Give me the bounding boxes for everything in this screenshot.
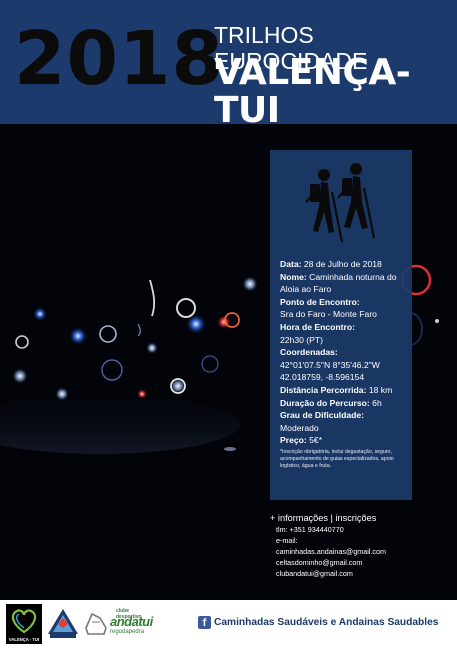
mountain-club-logo — [48, 609, 78, 638]
event-info-panel: Data: 28 de Julho de 2018 Nome: Caminhad… — [270, 150, 412, 500]
contact-email-label: e-mail: — [276, 536, 298, 545]
andatui-logo: clube desportivo andatui regodapedra — [84, 608, 153, 642]
coordinates-decimal: 42.018759, -8.596154 — [280, 372, 365, 383]
contact-heading: + informações | inscrições — [270, 513, 377, 523]
distance-value: 18 km — [366, 384, 393, 395]
facebook-page-link[interactable]: Caminhadas Saudáveis e Andainas Saudable… — [214, 615, 438, 630]
coordinates-label: Coordenadas: — [280, 347, 338, 358]
distance-row: Distância Percorrida: 18 km — [280, 384, 410, 397]
shoe-icon — [85, 612, 107, 635]
price-label: Preço: — [280, 435, 307, 446]
distance-label: Distância Percorrida: — [280, 384, 367, 395]
duration-label: Duração do Percurso: — [280, 397, 370, 408]
andatui-logo-name: andatui — [110, 614, 153, 629]
andatui-logo-sub: regodapedra — [110, 629, 145, 635]
duration-value: 6h — [369, 397, 382, 408]
name-row: Nome: Caminhada noturna do Aloia ao Faro — [280, 271, 410, 296]
price-footnote: *Inscrição obrigatória, inclui degustaçã… — [280, 448, 394, 469]
meeting-point-value: Sra do Faro - Monte Faro — [280, 309, 377, 320]
eurocidade-logo: VALENÇA - TUI — [6, 604, 42, 644]
contact-phone: tlm: +351 934440770 — [276, 525, 344, 534]
duration-row: Duração do Percurso: 6h — [280, 397, 410, 410]
year-title: 2018 — [14, 16, 224, 102]
coordinates-dms: 42°01'07.5"N 8°35'46.2"W — [280, 359, 380, 370]
hikers-icon — [305, 163, 376, 243]
date-value: 28 de Julho de 2018 — [301, 259, 382, 269]
meeting-point-label: Ponto de Encontro: — [280, 296, 360, 307]
price-value: 5€* — [306, 435, 323, 446]
meeting-time-label: Hora de Encontro: — [280, 321, 355, 332]
event-details: Data: 28 de Julho de 2018 Nome: Caminhad… — [280, 258, 410, 469]
meeting-time-value: 22h30 (PT) — [280, 334, 323, 345]
contact-email-link[interactable]: caminhadas.andainas@gmail.com — [276, 546, 412, 557]
facebook-icon[interactable]: f — [198, 616, 211, 629]
eurocidade-logo-text: VALENÇA - TUI — [8, 637, 40, 642]
price-row: Preço: 5€* — [280, 434, 410, 447]
heart-icon — [11, 609, 37, 634]
contact-email-link[interactable]: celtasdominho@gmail.com — [276, 557, 412, 568]
contact-section: + informações | inscrições tlm: +351 934… — [270, 500, 412, 600]
header-banner: 2018 TRILHOS EUROCIDADE VALENÇA-TUI — [0, 0, 457, 130]
name-label: Nome: — [280, 271, 307, 282]
date-label: Data: — [280, 259, 302, 269]
difficulty-value: Moderado — [280, 422, 319, 433]
contact-email-link[interactable]: clubandatui@gmail.com — [276, 568, 412, 579]
difficulty-label: Grau de Dificuldade: — [280, 410, 365, 421]
event-location-title: VALENÇA-TUI — [214, 52, 411, 131]
date-row: Data: 28 de Julho de 2018 — [280, 258, 410, 271]
